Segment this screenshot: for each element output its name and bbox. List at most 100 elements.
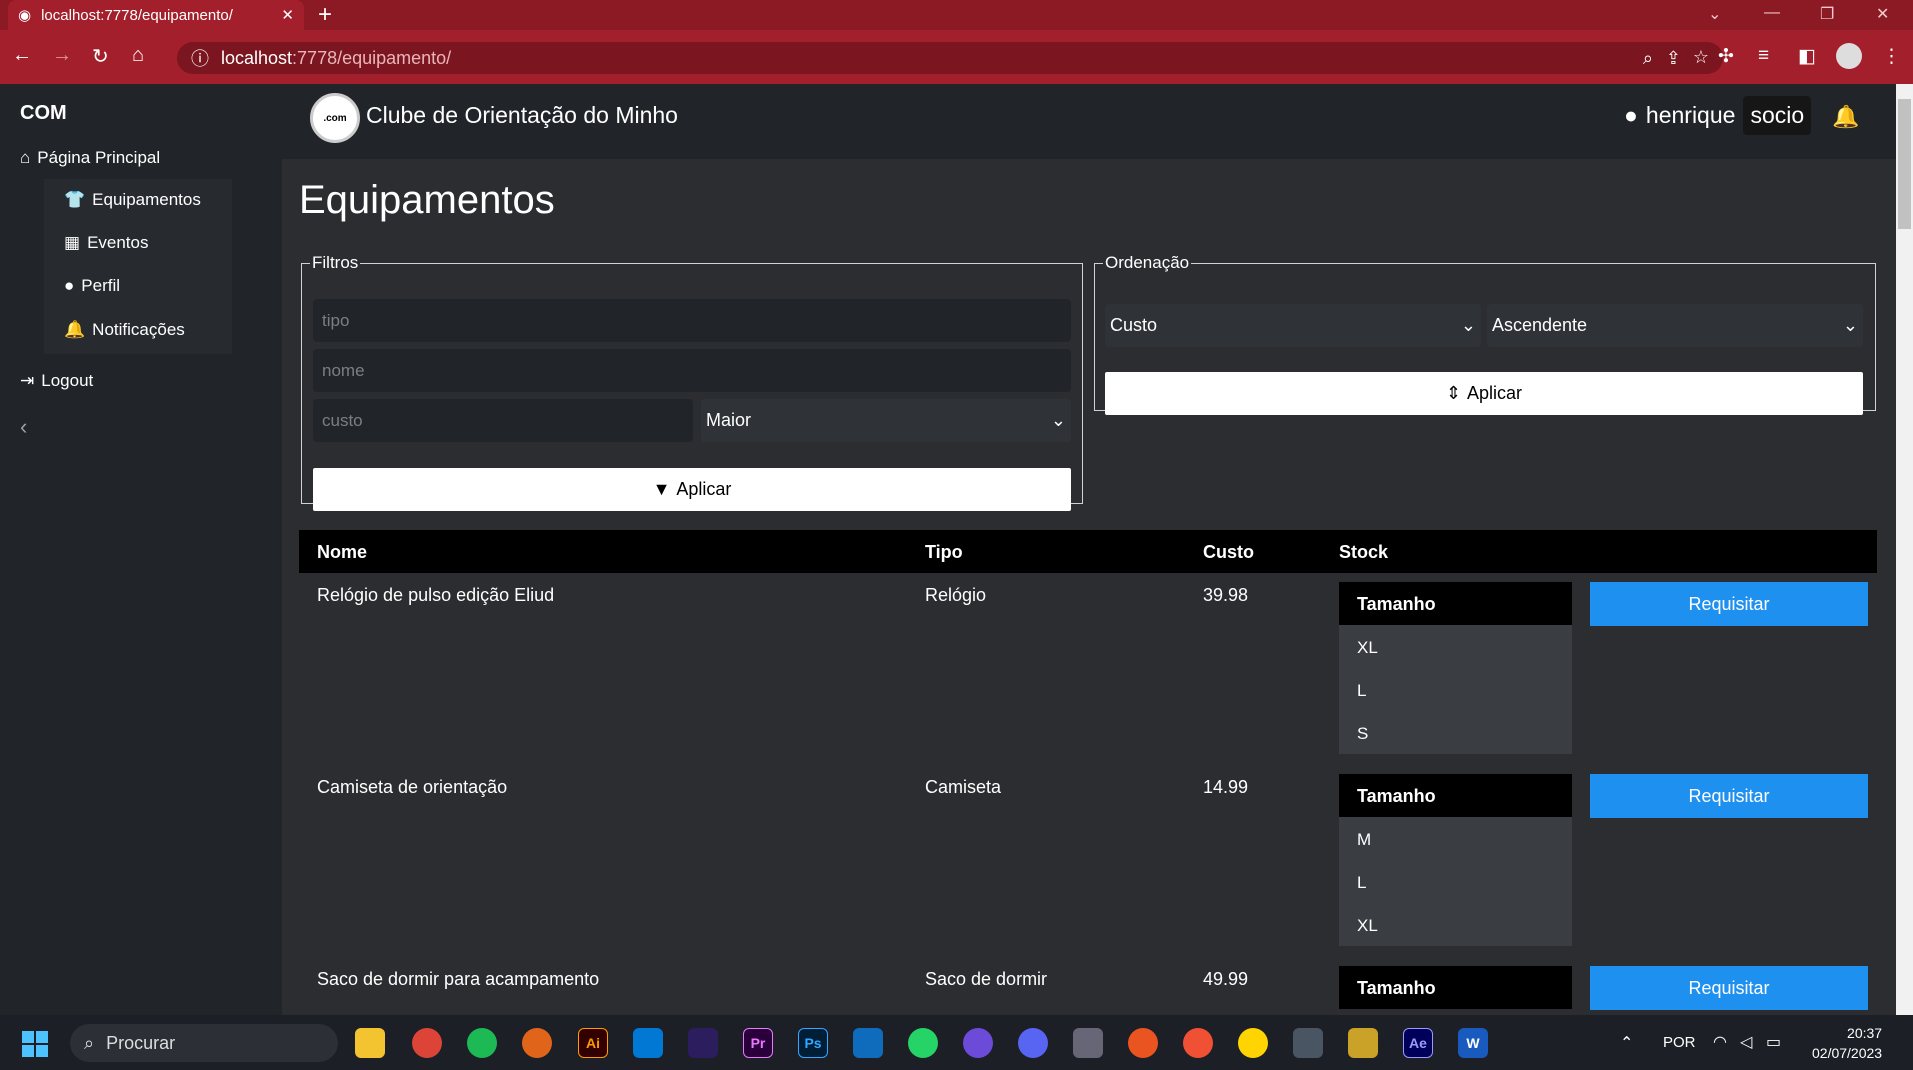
- cell-custo: 14.99: [1203, 777, 1249, 797]
- size-option[interactable]: XL: [1339, 903, 1572, 946]
- app-icon[interactable]: [522, 1028, 552, 1058]
- order-field-select[interactable]: Custo ⌄: [1105, 304, 1481, 347]
- compare-select[interactable]: Maior ⌄: [701, 399, 1071, 442]
- share-icon[interactable]: ⇪: [1666, 48, 1681, 69]
- file-explorer-icon[interactable]: [355, 1028, 385, 1058]
- zoom-icon[interactable]: ⌕: [1643, 48, 1653, 69]
- ordering-apply-button[interactable]: ⇕ Aplicar: [1105, 372, 1863, 415]
- whatsapp-icon[interactable]: [908, 1028, 938, 1058]
- search-icon: ⌕: [84, 1032, 95, 1053]
- spotify-icon[interactable]: [467, 1028, 497, 1058]
- filters-legend: Filtros: [312, 253, 359, 272]
- column-header-tipo[interactable]: Tipo: [925, 542, 963, 563]
- site-info-icon[interactable]: ⓘ: [191, 45, 209, 71]
- minimize-icon[interactable]: —: [1764, 4, 1780, 22]
- filters-panel: Filtros tipo nome custo Maior ⌄ ▼ Aplica…: [301, 253, 1083, 511]
- clock-time: 20:37: [1847, 1025, 1883, 1041]
- page-title: Equipamentos: [299, 178, 555, 222]
- vscode-icon[interactable]: [633, 1028, 663, 1058]
- premiere-icon[interactable]: Pr: [743, 1028, 773, 1058]
- size-table: Tamanho XL L S: [1339, 582, 1572, 754]
- sidebar-item-logout[interactable]: ⇥ Logout: [20, 371, 93, 391]
- table-row: Relógio de pulso edição Eliud Relógio 39…: [299, 573, 1877, 765]
- column-header-custo[interactable]: Custo: [1203, 542, 1254, 563]
- size-option[interactable]: XL: [1339, 625, 1572, 668]
- filters-apply-label: Aplicar: [676, 479, 732, 499]
- ubuntu-icon[interactable]: [1128, 1028, 1158, 1058]
- discord-icon[interactable]: [1018, 1028, 1048, 1058]
- size-header: Tamanho: [1339, 774, 1572, 817]
- taskbar-search[interactable]: ⌕ Procurar: [70, 1024, 338, 1062]
- app-icon[interactable]: [963, 1028, 993, 1058]
- media-icon[interactable]: ≡: [1758, 45, 1769, 67]
- size-option[interactable]: L: [1339, 668, 1572, 711]
- wifi-icon[interactable]: ◠: [1713, 1032, 1727, 1052]
- filters-apply-button[interactable]: ▼ Aplicar: [313, 468, 1071, 511]
- browser-tab[interactable]: ◉ localhost:7778/equipamento/ ✕: [8, 0, 304, 30]
- order-direction-select[interactable]: Ascendente ⌄: [1487, 304, 1863, 347]
- sidebar-item-eventos[interactable]: ▦ Eventos: [64, 233, 149, 253]
- lightbulb-icon[interactable]: [1238, 1028, 1268, 1058]
- request-button[interactable]: Requisitar: [1590, 966, 1868, 1010]
- sidebar-item-equipamentos[interactable]: 👕 Equipamentos: [64, 190, 201, 210]
- custo-input[interactable]: custo: [313, 399, 693, 442]
- page-scrollbar[interactable]: [1896, 84, 1913, 1015]
- app-icon[interactable]: [1348, 1028, 1378, 1058]
- word-icon[interactable]: W: [1458, 1028, 1488, 1058]
- input-language[interactable]: POR: [1663, 1034, 1696, 1051]
- volume-icon[interactable]: ◁: [1740, 1032, 1752, 1052]
- column-header-stock[interactable]: Stock: [1339, 542, 1388, 563]
- back-icon[interactable]: ←: [12, 44, 32, 67]
- battery-icon[interactable]: ▭: [1766, 1032, 1781, 1052]
- home-icon[interactable]: ⌂: [132, 44, 144, 67]
- mail-icon[interactable]: [853, 1028, 883, 1058]
- chrome-icon[interactable]: [412, 1028, 442, 1058]
- tab-search-icon[interactable]: ⌄: [1708, 4, 1721, 24]
- notifications-bell-icon[interactable]: 🔔: [1832, 104, 1859, 130]
- menu-kebab-icon[interactable]: ⋮: [1882, 45, 1901, 68]
- postman-icon[interactable]: [1183, 1028, 1213, 1058]
- ordering-apply-label: Aplicar: [1467, 383, 1523, 403]
- sidebar-item-home[interactable]: ⌂ Página Principal: [20, 148, 160, 168]
- sidebar-item-label: Notificações: [92, 320, 185, 339]
- nome-input[interactable]: nome: [313, 349, 1071, 392]
- close-tab-icon[interactable]: ✕: [281, 6, 294, 24]
- request-button[interactable]: Requisitar: [1590, 582, 1868, 626]
- size-option[interactable]: S: [1339, 711, 1572, 754]
- username: henrique: [1645, 102, 1736, 128]
- forward-icon[interactable]: →: [52, 44, 72, 67]
- profile-avatar[interactable]: [1836, 43, 1862, 69]
- after-effects-icon[interactable]: Ae: [1403, 1028, 1433, 1058]
- reload-icon[interactable]: ↻: [92, 44, 109, 69]
- photoshop-icon[interactable]: Ps: [798, 1028, 828, 1058]
- size-option[interactable]: M: [1339, 817, 1572, 860]
- scrollbar-thumb[interactable]: [1898, 99, 1911, 229]
- extensions-icon[interactable]: ✣: [1718, 45, 1734, 68]
- column-header-nome[interactable]: Nome: [317, 542, 367, 563]
- collapse-chevron-icon[interactable]: ‹: [20, 414, 27, 440]
- tray-chevron-up-icon[interactable]: ⌃: [1620, 1033, 1633, 1053]
- close-window-icon[interactable]: ✕: [1876, 4, 1889, 24]
- order-field-value: Custo: [1110, 315, 1158, 335]
- request-button[interactable]: Requisitar: [1590, 774, 1868, 818]
- sidebar-item-notificacoes[interactable]: 🔔 Notificações: [64, 320, 185, 340]
- size-option[interactable]: L: [1339, 860, 1572, 903]
- new-tab-icon[interactable]: +: [318, 3, 332, 27]
- taskbar-clock[interactable]: 20:37 02/07/2023: [1812, 1023, 1882, 1063]
- app-header: .com Clube de Orientação do Minho ● henr…: [282, 84, 1896, 159]
- ordering-legend: Ordenação: [1105, 253, 1190, 272]
- sidebar-item-perfil[interactable]: ● Perfil: [64, 276, 120, 296]
- tipo-input[interactable]: tipo: [313, 299, 1071, 342]
- windows-start-icon[interactable]: [22, 1031, 48, 1057]
- taskbar-search-label: Procurar: [106, 1032, 176, 1053]
- club-logo[interactable]: .com: [310, 93, 360, 143]
- illustrator-icon[interactable]: Ai: [578, 1028, 608, 1058]
- bookmark-star-icon[interactable]: ☆: [1693, 47, 1709, 68]
- virtualbox-icon[interactable]: [1293, 1028, 1323, 1058]
- app-icon[interactable]: [1073, 1028, 1103, 1058]
- app-icon[interactable]: [688, 1028, 718, 1058]
- user-menu[interactable]: ● henrique socio: [1624, 96, 1812, 135]
- restore-icon[interactable]: ❐: [1820, 4, 1834, 24]
- address-bar[interactable]: ⓘ localhost:7778/equipamento/ ⌕ ⇪ ☆: [177, 42, 1723, 74]
- side-panel-icon[interactable]: ◧: [1798, 45, 1816, 68]
